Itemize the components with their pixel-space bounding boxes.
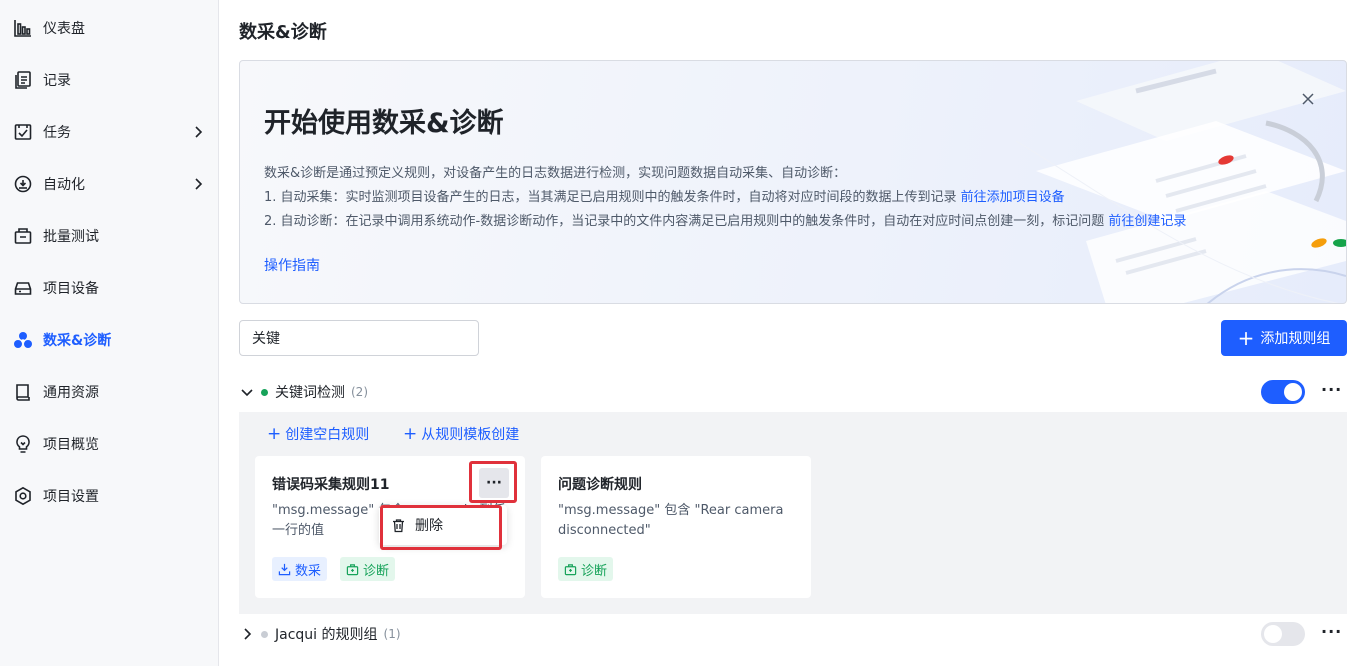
rule-group-name: 关键词检测 [275,385,345,401]
group-enable-toggle[interactable] [1261,380,1305,404]
chevron-right-icon [195,126,203,138]
sidebar-item-label: 项目概览 [43,437,99,453]
plus-icon: + [403,423,418,444]
rule-title: 问题诊断规则 [558,477,642,493]
add-rule-group-label: 添加规则组 [1260,331,1331,347]
toggle-knob [1264,625,1282,643]
guide-link[interactable]: 操作指南 [264,255,320,275]
sidebar: 仪表盘 记录 任务 自动化 批量测试 项目设备 数采&诊断 通用资源 项目概览 … [0,0,219,666]
search-input[interactable] [239,320,479,356]
chevron-right-icon[interactable] [239,626,255,642]
sidebar-item-tasks[interactable]: 任务 [0,112,219,152]
resource-icon [12,381,34,403]
create-record-link[interactable]: 前往创建记录 [1108,214,1186,229]
sidebar-item-label: 项目设置 [43,489,99,505]
group-enable-toggle[interactable] [1261,622,1305,646]
create-from-template-label: 从规则模板创建 [421,427,520,443]
diagnosis-icon [12,329,34,351]
banner-line-2-text: 2. 自动诊断：在记录中调用系统动作-数据诊断动作，当记录中的文件内容满足已启用… [264,214,1109,229]
batch-test-icon [12,225,34,247]
rule-card[interactable]: 问题诊断规则 "msg.message" 包含 "Rear camera dis… [541,456,811,598]
sidebar-item-automation[interactable]: 自动化 [0,164,219,204]
page-title: 数采&诊断 [239,22,327,43]
banner-intro: 数采&诊断是通过预定义规则，对设备产生的日志数据进行检测，实现问题数据自动采集、… [264,166,847,181]
sidebar-item-label: 任务 [43,125,71,141]
sidebar-item-label: 项目设备 [43,281,99,297]
main-content: 数采&诊断 开始使用数采&诊断 数采&诊断是通过预定义规则，对设备产生的日志数据… [219,0,1364,666]
sidebar-item-diagnosis[interactable]: 数采&诊断 [0,320,219,360]
settings-icon [12,485,34,507]
diagnose-icon [346,563,359,575]
banner-line-2: 2. 自动诊断：在记录中调用系统动作-数据诊断动作，当记录中的文件内容满足已启用… [264,210,1186,229]
sidebar-item-dashboard[interactable]: 仪表盘 [0,8,219,48]
rule-more-button[interactable]: ··· [479,468,509,498]
status-dot [261,388,268,396]
rule-action-menu: 删除 [379,505,507,545]
add-device-link[interactable]: 前往添加项目设备 [961,190,1065,205]
dashboard-icon [12,17,34,39]
record-icon [12,69,34,91]
rule-description: "msg.message" 包含 "Rear camera disconnect… [558,503,784,538]
create-blank-rule-label: 创建空白规则 [285,427,370,443]
rule-group-count: (2) [351,385,368,399]
tag-diagnose: 诊断 [558,557,614,581]
delete-label: 删除 [415,518,443,534]
rule-group-count: (1) [383,627,401,641]
device-icon [12,277,34,299]
status-dot [261,630,268,638]
toggle-knob [1284,383,1302,401]
rule-group-header[interactable]: Jacqui 的规则组 (1) ··· [239,616,1347,652]
sidebar-item-resources[interactable]: 通用资源 [0,372,219,412]
tag-collect: 数采 [272,557,328,581]
intro-banner: 开始使用数采&诊断 数采&诊断是通过预定义规则，对设备产生的日志数据进行检测，实… [239,60,1347,304]
sidebar-item-label: 数采&诊断 [43,333,112,349]
chevron-right-icon [195,178,203,190]
tag-label: 诊断 [363,563,390,579]
banner-illustration [1016,61,1346,303]
trash-icon [393,518,404,532]
overview-icon [12,433,34,455]
sidebar-item-label: 记录 [43,73,71,89]
sidebar-item-devices[interactable]: 项目设备 [0,268,219,308]
rule-group-name: Jacqui 的规则组 [275,627,378,643]
create-from-template-button[interactable]: + 从规则模板创建 [403,424,519,444]
more-icon[interactable]: ··· [1321,622,1342,641]
banner-title: 开始使用数采&诊断 [264,108,504,139]
task-icon [12,121,34,143]
sidebar-item-label: 通用资源 [43,385,99,401]
sidebar-item-label: 自动化 [43,177,85,193]
banner-line-1: 1. 自动采集：实时监测项目设备产生的日志，当其满足已启用规则中的触发条件时，自… [264,186,1065,205]
rule-title: 错误码采集规则11 [272,477,390,493]
more-icon[interactable]: ··· [1321,380,1342,399]
chevron-down-icon[interactable] [239,384,255,400]
sidebar-item-overview[interactable]: 项目概览 [0,424,219,464]
tag-diagnose: 诊断 [340,557,396,581]
diagnose-icon [564,563,577,575]
create-blank-rule-button[interactable]: + 创建空白规则 [267,424,369,444]
close-icon[interactable] [1300,91,1316,107]
sidebar-item-label: 仪表盘 [43,21,85,37]
sidebar-item-records[interactable]: 记录 [0,60,219,100]
banner-line-1-text: 1. 自动采集：实时监测项目设备产生的日志，当其满足已启用规则中的触发条件时，自… [264,190,961,205]
sidebar-item-batch-test[interactable]: 批量测试 [0,216,219,256]
plus-icon: + [267,423,282,444]
add-rule-group-button[interactable]: + 添加规则组 [1221,320,1347,356]
tag-label: 数采 [295,563,322,579]
plus-icon: + [1237,326,1255,350]
sidebar-item-settings[interactable]: 项目设置 [0,476,219,516]
delete-menu-item[interactable]: 删除 [391,515,443,535]
rule-group-header[interactable]: 关键词检测 (2) ··· [239,374,1347,410]
automation-icon [12,173,34,195]
tag-label: 诊断 [581,563,608,579]
download-icon [278,563,291,575]
sidebar-item-label: 批量测试 [43,229,99,245]
